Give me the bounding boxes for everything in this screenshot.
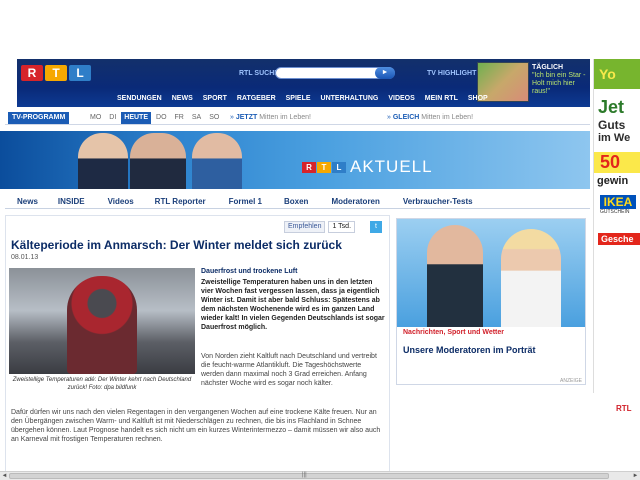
logo-letter-t: T: [317, 161, 331, 173]
now-playing[interactable]: » JETZT Mitten im Leben!: [230, 112, 311, 124]
nav-spiele[interactable]: SPIELE: [286, 95, 311, 102]
horizontal-scrollbar[interactable]: ◄ ||| ►: [0, 471, 640, 480]
anchor-photo-3: [192, 133, 242, 189]
tv-highlight-label: TV HIGHLIGHT: [427, 70, 477, 77]
article-paragraph-1: Von Norden zieht Kaltluft nach Deutschla…: [201, 353, 377, 387]
article-lead: Zweistellige Temperaturen haben uns in d…: [201, 279, 385, 331]
ad-voucher-label: GUTSCHEIN: [600, 209, 630, 215]
logo-letter-l: L: [332, 161, 346, 173]
aktuell-wordmark: AKTUELL: [350, 157, 433, 176]
article-date: 08.01.13: [11, 254, 39, 261]
anchor-photo-2: [130, 133, 186, 189]
ad-line-4: gewin: [597, 175, 629, 187]
side-rtl-logo: RTL: [616, 404, 632, 413]
highlight-sub2: Holt mich hier raus!": [532, 80, 575, 95]
logo-letter-r: R: [21, 65, 43, 81]
nav-mein-rtl[interactable]: MEIN RTL: [425, 95, 458, 102]
subnav-rtl-reporter[interactable]: RTL Reporter: [155, 195, 206, 208]
share-count: 1 Tsd.: [328, 221, 356, 233]
day-mo[interactable]: MO: [87, 112, 104, 124]
logo-letter-r: R: [302, 161, 316, 173]
nav-sport[interactable]: SPORT: [203, 95, 227, 102]
subnav-verbraucher-tests[interactable]: Verbraucher-Tests: [403, 195, 473, 208]
rtl-logo[interactable]: R T L: [21, 65, 91, 81]
arrow-icon: »: [387, 114, 391, 121]
soon-text: Mitten im Leben!: [421, 114, 474, 121]
now-label: JETZT: [235, 114, 258, 121]
ad-amount: 50: [594, 152, 640, 173]
nav-sendungen[interactable]: SENDUNGEN: [117, 95, 162, 102]
scroll-thumb[interactable]: |||: [9, 472, 609, 479]
nav-ratgeber[interactable]: RATGEBER: [237, 95, 276, 102]
article-paragraph-2: Dafür dürfen wir uns nach den vielen Reg…: [11, 409, 381, 443]
search-label: RTL SUCHE: [239, 70, 279, 77]
ad-line-2: Guts: [598, 118, 626, 132]
subnav-formel-1[interactable]: Formel 1: [229, 195, 262, 208]
subnav-boxen[interactable]: Boxen: [284, 195, 308, 208]
article-photo[interactable]: [9, 268, 195, 374]
twitter-icon[interactable]: t: [370, 221, 383, 233]
nav-videos[interactable]: VIDEOS: [388, 95, 414, 102]
logo-letter-l: L: [69, 65, 91, 81]
ikea-logo: IKEA: [600, 195, 636, 209]
moderator-female: [501, 229, 561, 327]
facebook-like-button[interactable]: Empfehlen: [284, 221, 326, 233]
share-row: Empfehlen 1 Tsd. t: [284, 221, 383, 233]
rtl-small-logo: R T L: [302, 161, 346, 173]
ad-label: ANZEIGE: [560, 378, 582, 384]
article-subhead: Dauerfrost und trockene Luft: [201, 268, 298, 275]
search-button[interactable]: ►: [375, 67, 395, 79]
soon-label: GLEICH: [392, 114, 420, 121]
subnav-news[interactable]: News: [17, 195, 38, 208]
scroll-left-arrow-icon[interactable]: ◄: [0, 472, 9, 480]
day-di[interactable]: DI: [106, 112, 119, 124]
ad-bottom-word: Gesche: [598, 233, 640, 245]
nav-shop[interactable]: SHOP: [468, 95, 488, 102]
day-selector: MO DI HEUTE DO FR SA SO: [87, 112, 222, 124]
section-nav: News INSIDE Videos RTL Reporter Formel 1…: [5, 195, 590, 209]
moderators-promo[interactable]: Nachrichten, Sport und Wetter Unsere Mod…: [396, 218, 586, 385]
moderators-caption: Nachrichten, Sport und Wetter: [397, 327, 585, 339]
moderator-male: [427, 225, 483, 327]
search-input[interactable]: ►: [275, 67, 395, 79]
subnav-inside[interactable]: INSIDE: [58, 195, 85, 208]
day-do[interactable]: DO: [153, 112, 170, 124]
highlight-title: TÄGLICH: [532, 64, 564, 71]
subnav-moderatoren[interactable]: Moderatoren: [331, 195, 379, 208]
highlight-teaser[interactable]: TÄGLICH "Ich bin ein Star - Holt mich hi…: [532, 64, 590, 96]
page: R T L RTL SUCHE ► TV HIGHLIGHT TÄGLICH "…: [0, 0, 640, 480]
rtl-aktuell-logo: R T L AKTUELL: [302, 157, 433, 177]
article-headline[interactable]: Kälteperiode im Anmarsch: Der Winter mel…: [11, 238, 342, 252]
now-text: Mitten im Leben!: [259, 114, 311, 121]
day-so[interactable]: SO: [206, 112, 222, 124]
anchor-photo-1: [78, 133, 128, 189]
site-header: R T L RTL SUCHE ► TV HIGHLIGHT TÄGLICH "…: [17, 59, 590, 107]
article: Empfehlen 1 Tsd. t Kälteperiode im Anmar…: [5, 215, 390, 478]
rtl-aktuell-banner[interactable]: R T L AKTUELL: [0, 131, 590, 189]
arrow-icon: »: [230, 114, 234, 121]
main-nav: SENDUNGEN NEWS SPORT RATGEBER SPIELE UNT…: [117, 95, 488, 102]
logo-letter-t: T: [45, 65, 67, 81]
photo-caption: Zweistellige Temperaturen adé: Der Winte…: [12, 377, 192, 391]
tv-program-link[interactable]: TV-PROGRAMM: [8, 112, 70, 124]
day-sa[interactable]: SA: [189, 112, 204, 124]
moderators-title-link[interactable]: Unsere Moderatoren im Porträt: [403, 345, 536, 355]
up-next[interactable]: » GLEICH Mitten im Leben!: [387, 112, 473, 124]
tv-program-bar: TV-PROGRAMM MO DI HEUTE DO FR SA SO » JE…: [5, 111, 590, 125]
ad-line-3: im We: [598, 132, 631, 144]
subnav-videos[interactable]: Videos: [108, 195, 134, 208]
day-heute[interactable]: HEUTE: [121, 112, 152, 124]
nav-news[interactable]: NEWS: [172, 95, 193, 102]
day-fr[interactable]: FR: [172, 112, 187, 124]
scroll-right-arrow-icon[interactable]: ►: [631, 472, 640, 480]
moderators-photo[interactable]: [397, 219, 585, 327]
highlight-sub1: "Ich bin ein Star -: [532, 72, 586, 79]
ad-line-1: Jet: [598, 97, 625, 117]
photo-person-in-cold: [67, 276, 137, 374]
ad-top-word: Yo: [594, 59, 640, 89]
nav-unterhaltung[interactable]: UNTERHALTUNG: [321, 95, 379, 102]
scroll-grip-icon: |||: [302, 472, 307, 478]
side-advertisement[interactable]: Yo Jet Guts im We 50 gewin IKEA GUTSCHEI…: [593, 59, 640, 393]
